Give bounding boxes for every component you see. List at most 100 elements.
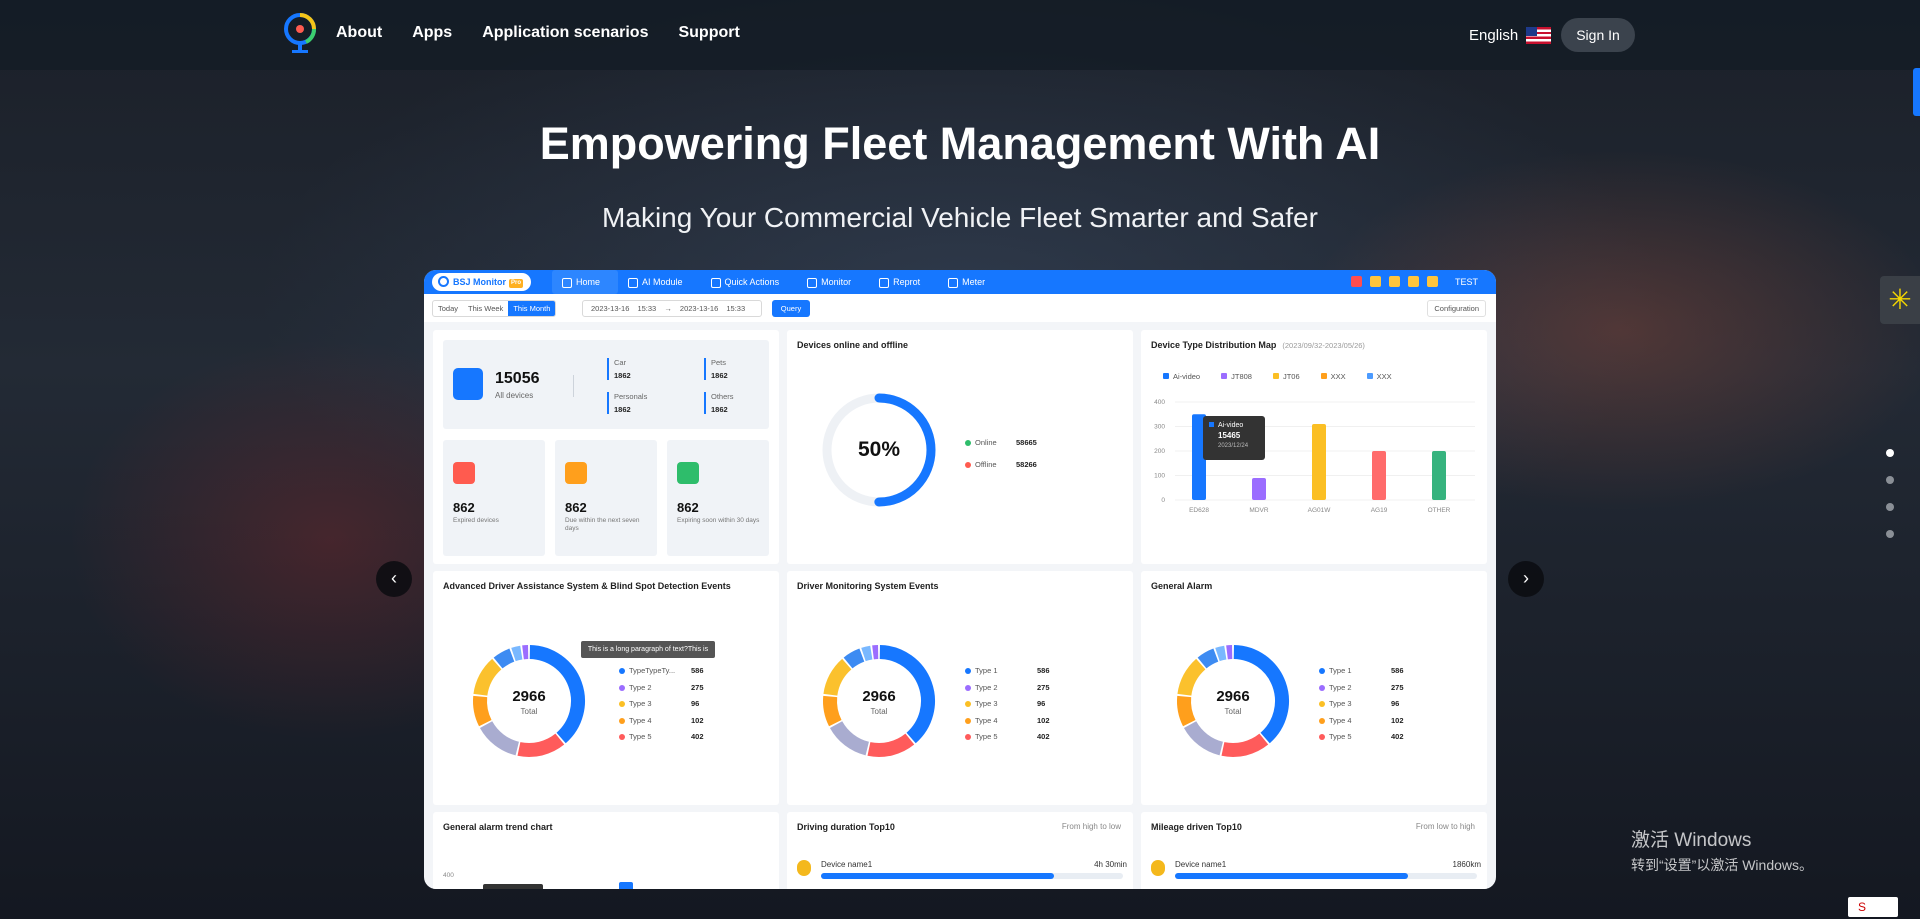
donut-slice[interactable] (867, 733, 915, 757)
online-label: Online (975, 438, 997, 447)
stat-car-value: 1862 (614, 371, 631, 380)
driving-sort[interactable]: From high to low (1062, 822, 1121, 831)
tooltip-date: 2023/12/24 (1218, 443, 1249, 449)
bar-mdvr[interactable] (1252, 477, 1266, 500)
legend-item[interactable]: Type 2 275 (1319, 682, 1404, 700)
online-value: 58665 (1016, 438, 1037, 447)
period-this-week[interactable]: This Week (463, 301, 508, 316)
slide-dot-3[interactable] (1886, 503, 1894, 511)
bar-other[interactable] (1432, 451, 1446, 500)
tray-icon[interactable]: S (1848, 897, 1898, 917)
side-tab[interactable] (1913, 68, 1920, 116)
donut-slice[interactable] (1183, 720, 1224, 756)
main-nav: About Apps Application scenarios Support (336, 24, 770, 42)
legend-item[interactable]: Type 1 586 (1319, 666, 1404, 683)
donut-slice[interactable] (517, 733, 565, 757)
legend-item[interactable]: Type 5 402 (1319, 732, 1404, 749)
donut-slice[interactable] (511, 645, 523, 662)
bar-legend-item[interactable]: XXX (1366, 372, 1392, 381)
configuration-button[interactable]: Configuration (1427, 300, 1486, 317)
alert-icon[interactable] (1351, 276, 1362, 287)
slide-dot-4[interactable] (1886, 530, 1894, 538)
period-today[interactable]: Today (433, 301, 463, 316)
nav-about[interactable]: About (336, 24, 382, 42)
dash-nav-monitor[interactable]: Monitor (797, 270, 869, 294)
donut-slice[interactable] (493, 648, 515, 669)
adas-total-value: 2966 (512, 688, 546, 705)
legend-item[interactable]: Type 3 96 (965, 699, 1045, 716)
donut-slice[interactable] (1177, 695, 1196, 727)
bar-legend-item[interactable]: XXX (1320, 372, 1346, 381)
nav-support[interactable]: Support (678, 24, 739, 42)
total-devices: 15056 (495, 370, 540, 387)
donut-slice[interactable] (861, 645, 873, 662)
legend-value: 102 (691, 715, 704, 725)
legend-item[interactable]: Type 3 96 (619, 699, 699, 716)
bar-legend-item[interactable]: Ai-video (1163, 372, 1200, 381)
date-range-picker[interactable]: 2023-13-16 15:33 → 2023-13-16 15:33 (582, 300, 762, 317)
donut-slice[interactable] (479, 720, 520, 756)
mileage-sort[interactable]: From low to high (1416, 822, 1475, 831)
bar-legend-item[interactable]: JT06 (1272, 372, 1300, 381)
dashboard-user[interactable]: TEST (1455, 270, 1478, 294)
hero-title: Empowering Fleet Management With AI (539, 118, 1381, 169)
mail-icon[interactable] (1389, 276, 1400, 287)
windows-line2: 转到“设置”以激活 Windows。 (1631, 857, 1814, 873)
range-end: 2023-13-16 15:33 (679, 304, 746, 313)
sign-in-button[interactable]: Sign In (1561, 18, 1635, 52)
bell-icon[interactable] (1370, 276, 1381, 287)
legend-offline: Offline 58266 (965, 460, 1037, 477)
dash-nav-quick-actions[interactable]: Quick Actions (701, 270, 798, 294)
nav-apps[interactable]: Apps (412, 24, 452, 42)
donut-slice[interactable] (473, 695, 492, 727)
legend-item[interactable]: Type 5 402 (619, 732, 704, 749)
period-this-month[interactable]: This Month (508, 301, 556, 316)
nav-application-scenarios[interactable]: Application scenarios (482, 24, 648, 42)
dashboard-header: BSJ Monitor Pro Home AI Module Quick Acti… (424, 270, 1496, 294)
message-icon[interactable] (1408, 276, 1419, 287)
bar-x-label: AG19 (1371, 507, 1388, 514)
dashboard-filter-bar: Today This Week This Month 2023-13-16 15… (424, 294, 1496, 322)
bar-legend-item[interactable]: JT808 (1221, 372, 1252, 381)
slide-dot-2[interactable] (1886, 476, 1894, 484)
bar-tooltip: Ai-video 15465 2023/12/24 (1203, 416, 1265, 460)
driving-bar-fill (821, 873, 1054, 879)
medal-icon (797, 860, 811, 876)
legend-item[interactable]: Type 4 102 (965, 716, 1050, 733)
legend-item[interactable]: Type 2 275 (965, 683, 1050, 700)
legend-item[interactable]: Type 5 402 (965, 732, 1050, 749)
legend-item[interactable]: Type 4 102 (619, 716, 704, 733)
windows-activation-watermark: 激活 Windows 转到“设置”以激活 Windows。 (1631, 825, 1813, 875)
stat-pets-value: 1862 (711, 371, 728, 380)
dash-nav-meter[interactable]: Meter (938, 270, 1003, 294)
dash-nav-home[interactable]: Home (552, 270, 619, 294)
legend-label: Type 5 (629, 732, 652, 742)
legend-item[interactable]: Type 1 586 (965, 666, 1050, 683)
adas-card: Advanced Driver Assistance System & Blin… (433, 571, 779, 805)
donut-slice[interactable] (1215, 645, 1227, 662)
dash-nav-reprot[interactable]: Reprot (869, 270, 938, 294)
carousel-next-button[interactable]: › (1508, 561, 1544, 597)
dash-nav-ai-module[interactable]: AI Module (618, 270, 701, 294)
donut-slice[interactable] (1221, 733, 1269, 757)
legend-item[interactable]: Type 3 96 (1319, 699, 1399, 716)
offline-label: Offline (975, 460, 997, 469)
carousel-prev-button[interactable]: ‹ (376, 561, 412, 597)
bar-ag19[interactable] (1372, 451, 1386, 500)
legend-item[interactable]: Type 2 275 (619, 683, 704, 700)
legend-item[interactable]: Type 4 102 (1319, 716, 1404, 733)
bar-ag01w[interactable] (1312, 424, 1326, 500)
donut-slice[interactable] (823, 695, 842, 727)
legend-item[interactable]: TypeTypeTy... 586 (619, 666, 704, 683)
donut-slice[interactable] (843, 648, 865, 669)
globe-icon[interactable] (1427, 276, 1438, 287)
query-button[interactable]: Query (772, 300, 810, 317)
legend-label: Type 2 (1329, 682, 1352, 692)
language-selector[interactable]: English (1469, 27, 1552, 44)
donut-slice[interactable] (1197, 648, 1219, 669)
sun-widget-icon[interactable]: ✳ (1880, 276, 1920, 324)
legend-label: Type 5 (1329, 732, 1352, 742)
slide-dot-1[interactable] (1886, 449, 1894, 457)
donut-slice[interactable] (829, 720, 870, 756)
brand-logo-icon[interactable] (282, 11, 322, 55)
